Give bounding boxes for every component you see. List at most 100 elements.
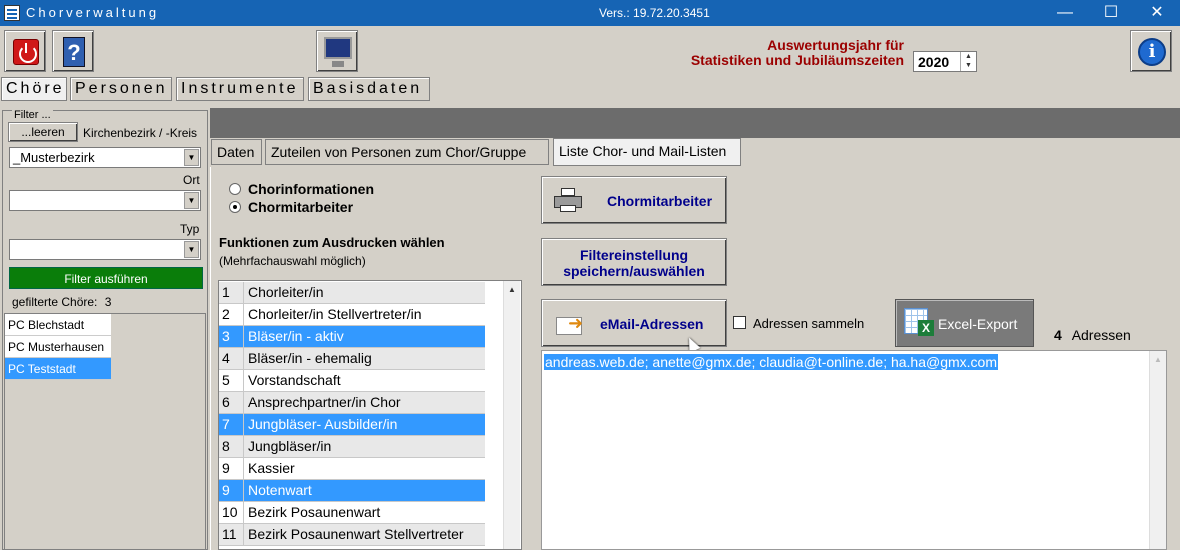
info-icon: i: [1138, 38, 1166, 66]
table-row[interactable]: 1 Chorleiter/in: [219, 282, 485, 304]
scroll-up-icon[interactable]: ▲: [1150, 351, 1166, 368]
info-button[interactable]: i: [1130, 30, 1172, 72]
printer-icon: [554, 188, 582, 212]
help-button[interactable]: ?: [52, 30, 94, 72]
ort-select[interactable]: ▼: [9, 190, 201, 211]
row-label: Kassier: [248, 460, 295, 476]
table-row[interactable]: 10 Bezirk Posaunenwart: [219, 502, 485, 524]
row-number: 11: [219, 524, 244, 545]
year-label-line2: Statistiken und Jubiläumszeiten: [690, 52, 904, 68]
row-label: Bläser/in - ehemalig: [248, 350, 372, 366]
radio-chorinformationen[interactable]: [229, 183, 241, 195]
filter-settings-line2: speichern/auswählen: [563, 263, 705, 279]
functions-subheading: (Mehrfachauswahl möglich): [219, 254, 366, 268]
row-number: 1: [219, 282, 244, 303]
filter-settings-line1: Filtereinstellung: [579, 247, 689, 263]
table-row[interactable]: 2 Chorleiter/in Stellvertreter/in: [219, 304, 485, 326]
table-row[interactable]: 5 Vorstandschaft: [219, 370, 485, 392]
list-item[interactable]: PC Teststadt: [5, 358, 111, 380]
email-addresses-button[interactable]: ➜ eMail-Adressen: [541, 299, 727, 347]
monitor-icon: [324, 37, 352, 67]
print-chormitarbeiter-button[interactable]: Chormitarbeiter: [541, 176, 727, 224]
email-list-textarea[interactable]: andreas.web.de; anette@gmx.de; claudia@t…: [541, 350, 1167, 550]
exit-button[interactable]: [4, 30, 46, 72]
excel-icon: X: [904, 308, 934, 336]
row-label: Bezirk Posaunenwart: [248, 504, 381, 520]
functions-scrollbar[interactable]: ▲: [503, 281, 520, 549]
header-strip: [210, 108, 1180, 138]
window-title: Chorverwaltung: [26, 5, 160, 20]
tab-daten[interactable]: Daten: [211, 139, 262, 165]
address-count-value: 4: [1054, 327, 1062, 343]
collect-addresses-checkbox[interactable]: [733, 316, 746, 329]
typ-select[interactable]: ▼: [9, 239, 201, 260]
functions-list[interactable]: 1 Chorleiter/in 2 Chorleiter/in Stellvertr…: [218, 280, 522, 550]
year-label: Auswertungsjahr für Statistiken und Jubi…: [691, 38, 904, 68]
tab-liste[interactable]: Liste Chor- und Mail-Listen: [553, 138, 741, 166]
list-item[interactable]: PC Musterhausen: [5, 336, 111, 358]
tab-choere[interactable]: Chöre: [1, 77, 67, 101]
email-scrollbar[interactable]: ▲: [1149, 351, 1166, 549]
clear-filter-button[interactable]: ...leeren: [8, 122, 78, 142]
filter-legend: Filter ...: [12, 109, 53, 121]
row-label: Notenwart: [248, 482, 312, 498]
table-row[interactable]: 7 Jungbläser- Ausbilder/in: [219, 414, 485, 436]
row-number: 4: [219, 348, 244, 369]
radio-chormitarbeiter-label: Chormitarbeiter: [248, 199, 354, 215]
table-row[interactable]: 8 Jungbläser/in: [219, 436, 485, 458]
chevron-down-icon: ▼: [184, 149, 199, 166]
table-row[interactable]: 3 Bläser/in - aktiv: [219, 326, 485, 348]
print-button-label: Chormitarbeiter: [607, 193, 713, 209]
table-row[interactable]: 9 Notenwart: [219, 480, 485, 502]
row-label: Jungbläser/in: [248, 438, 332, 454]
title-bar: Chorverwaltung Vers.: 19.72.20.3451 — ☐ …: [0, 0, 1180, 26]
scroll-up-icon[interactable]: ▲: [504, 281, 520, 298]
row-label: Chorleiter/in Stellvertreter/in: [248, 306, 422, 322]
excel-export-button[interactable]: X Excel-Export: [895, 299, 1034, 347]
toolbar: ? Auswertungsjahr für Statistiken und Ju…: [0, 26, 1180, 76]
monitor-button[interactable]: [316, 30, 358, 72]
chevron-down-icon: ▼: [184, 241, 199, 258]
row-number: 2: [219, 304, 244, 325]
row-label: Bezirk Posaunenwart Stellvertreter: [248, 526, 464, 542]
year-spinner[interactable]: 2020 ▲ ▼: [913, 51, 977, 72]
power-icon: [13, 39, 39, 65]
district-select[interactable]: _Musterbezirk ▼: [9, 147, 201, 168]
table-row[interactable]: 11 Bezirk Posaunenwart Stellvertreter: [219, 524, 485, 546]
maximize-button[interactable]: ☐: [1088, 0, 1134, 26]
chevron-down-icon: ▼: [184, 192, 199, 209]
collect-addresses-label: Adressen sammeln: [753, 316, 865, 331]
row-label: Ansprechpartner/in Chor: [248, 394, 401, 410]
ort-label: Ort: [183, 173, 200, 187]
list-item[interactable]: PC Blechstadt: [5, 314, 111, 336]
radio-chorinformationen-label: Chorinformationen: [248, 181, 374, 197]
choir-list[interactable]: PC Blechstadt PC Musterhausen PC Teststa…: [4, 313, 206, 550]
row-label: Jungbläser- Ausbilder/in: [248, 416, 398, 432]
filtered-count-value: 3: [104, 295, 112, 309]
minimize-button[interactable]: —: [1042, 0, 1088, 26]
close-button[interactable]: ✕: [1134, 0, 1180, 26]
address-count: 4 Adressen: [1054, 327, 1131, 343]
spinner-arrows-icon[interactable]: ▲ ▼: [960, 52, 976, 71]
tab-personen[interactable]: Personen: [70, 77, 172, 101]
table-row[interactable]: 6 Ansprechpartner/in Chor: [219, 392, 485, 414]
year-label-line1: Auswertungsjahr für: [767, 37, 904, 53]
apply-filter-button[interactable]: Filter ausführen: [9, 267, 203, 289]
help-book-icon: ?: [63, 37, 85, 67]
mail-icon: ➜: [556, 313, 584, 335]
version-label: Vers.: 19.72.20.3451: [599, 6, 710, 20]
row-label: Bläser/in - aktiv: [248, 328, 344, 344]
tab-basisdaten[interactable]: Basisdaten: [308, 77, 430, 101]
tab-zuteilen[interactable]: Zuteilen von Personen zum Chor/Gruppe: [265, 139, 549, 165]
filtered-count-label: gefilterte Chöre:: [12, 295, 98, 309]
row-label: Chorleiter/in: [248, 284, 324, 300]
table-row[interactable]: 9 Kassier: [219, 458, 485, 480]
typ-label: Typ: [180, 222, 200, 236]
radio-chormitarbeiter[interactable]: [229, 201, 241, 213]
row-number: 10: [219, 502, 244, 523]
filter-settings-button[interactable]: Filtereinstellung speichern/auswählen: [541, 238, 727, 286]
tab-instrumente[interactable]: Instrumente: [176, 77, 304, 101]
excel-button-label: Excel-Export: [938, 316, 1018, 332]
table-row[interactable]: 4 Bläser/in - ehemalig: [219, 348, 485, 370]
row-label: Vorstandschaft: [248, 372, 341, 388]
